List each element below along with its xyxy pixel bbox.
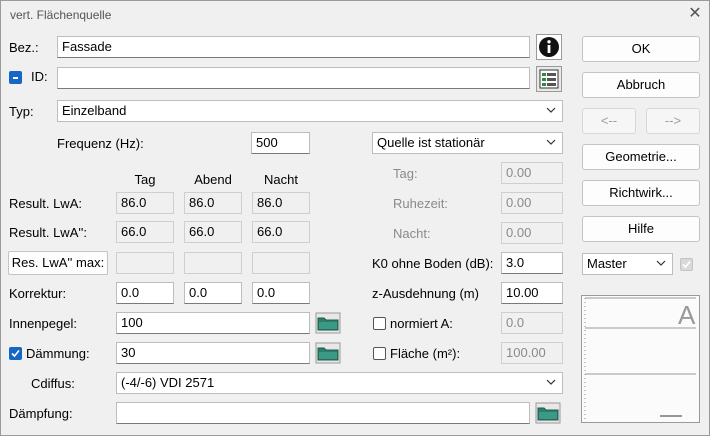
- daemmung-input[interactable]: 30: [116, 342, 310, 364]
- normiert-checkbox[interactable]: [373, 317, 386, 330]
- geometrie-button[interactable]: Geometrie...: [582, 144, 700, 170]
- cdiffus-select-value: (-4/-6) VDI 2571: [121, 375, 215, 390]
- tag-label: Tag:: [393, 166, 418, 181]
- res-lwa-max-button[interactable]: Res. LwA'' max:: [8, 251, 108, 275]
- normiert-label: normiert A:: [390, 316, 453, 331]
- daemmung-checkbox[interactable]: [9, 347, 22, 360]
- quelle-select-value: Quelle ist stationär: [377, 135, 485, 150]
- facade-preview: A: [581, 295, 700, 423]
- daemmung-folder-icon[interactable]: [315, 341, 341, 365]
- daemmung-label: Dämmung:: [26, 346, 90, 361]
- id-input[interactable]: [57, 67, 530, 89]
- ok-button[interactable]: OK: [582, 36, 700, 62]
- master-select[interactable]: Master: [582, 253, 673, 275]
- bez-label: Bez.:: [9, 40, 39, 55]
- normiert-value: 0.0: [501, 312, 563, 334]
- col-nacht-header: Nacht: [264, 172, 298, 187]
- k0-label: K0 ohne Boden (dB):: [372, 256, 494, 271]
- innenpegel-input[interactable]: 100: [116, 312, 310, 334]
- ruhezeit-label: Ruhezeit:: [393, 196, 448, 211]
- ruhezeit-value: 0.00: [501, 192, 563, 214]
- korrektur-label: Korrektur:: [9, 286, 67, 301]
- prev-button[interactable]: <--: [582, 108, 636, 134]
- z-ausdehnung-input[interactable]: 10.00: [501, 282, 563, 304]
- window-title: vert. Flächenquelle: [10, 8, 112, 22]
- lwa2-tag-value: 66.0: [116, 221, 174, 243]
- freq-input[interactable]: 500: [251, 132, 310, 154]
- nacht-label: Nacht:: [393, 226, 431, 241]
- nacht-value: 0.00: [501, 222, 563, 244]
- daempfung-folder-icon[interactable]: [535, 401, 561, 425]
- flaeche-checkbox[interactable]: [373, 347, 386, 360]
- innenpegel-folder-icon[interactable]: [315, 311, 341, 335]
- korrektur-nacht-input[interactable]: 0.0: [252, 282, 310, 304]
- chevron-down-icon: [546, 139, 556, 145]
- quelle-select[interactable]: Quelle ist stationär: [372, 132, 563, 154]
- k0-input[interactable]: 3.0: [501, 252, 563, 274]
- flaeche-value: 100.00: [501, 342, 563, 364]
- typ-select-value: Einzelband: [62, 103, 127, 118]
- res-abend-value: [184, 252, 242, 274]
- flaeche-label: Fläche (m²):: [390, 346, 461, 361]
- col-tag-header: Tag: [134, 172, 156, 187]
- richtwirk-button[interactable]: Richtwirk...: [582, 180, 700, 206]
- master-select-value: Master: [587, 256, 627, 271]
- chevron-down-icon: [546, 107, 556, 113]
- typ-select[interactable]: Einzelband: [57, 100, 563, 122]
- preview-label: A: [678, 300, 696, 330]
- col-abend-header: Abend: [194, 172, 232, 187]
- lwa-nacht-value: 86.0: [252, 192, 310, 214]
- abbruch-button[interactable]: Abbruch: [582, 72, 700, 98]
- daempfung-label: Dämpfung:: [9, 406, 73, 421]
- daempfung-input[interactable]: [116, 402, 530, 424]
- id-label: ID:: [31, 69, 48, 84]
- lwa2-nacht-value: 66.0: [252, 221, 310, 243]
- lwa-tag-value: 86.0: [116, 192, 174, 214]
- korrektur-tag-input[interactable]: 0.0: [116, 282, 174, 304]
- tag-value: 0.00: [501, 162, 563, 184]
- chevron-down-icon: [546, 379, 556, 385]
- typ-label: Typ:: [9, 104, 34, 119]
- z-ausdehnung-label: z-Ausdehnung (m): [372, 286, 479, 301]
- bez-input[interactable]: Fassade: [57, 36, 530, 58]
- cdiffus-label: Cdiffus:: [31, 376, 75, 391]
- id-list-icon[interactable]: [536, 66, 562, 92]
- cdiffus-select[interactable]: (-4/-6) VDI 2571: [116, 372, 563, 394]
- lwa-label: Result. LwA:: [9, 196, 82, 211]
- res-tag-value: [116, 252, 174, 274]
- innenpegel-label: Innenpegel:: [9, 316, 77, 331]
- id-checkbox[interactable]: [9, 71, 22, 84]
- chevron-down-icon: [656, 260, 666, 266]
- info-icon[interactable]: [536, 34, 562, 60]
- close-icon[interactable]: ✕: [686, 5, 704, 23]
- master-checkbox[interactable]: [680, 258, 693, 271]
- lwa2-label: Result. LwA'':: [9, 225, 87, 240]
- next-button[interactable]: -->: [646, 108, 700, 134]
- lwa-abend-value: 86.0: [184, 192, 242, 214]
- korrektur-abend-input[interactable]: 0.0: [184, 282, 242, 304]
- res-nacht-value: [252, 252, 310, 274]
- freq-label: Frequenz (Hz):: [57, 136, 144, 151]
- hilfe-button[interactable]: Hilfe: [582, 216, 700, 242]
- lwa2-abend-value: 66.0: [184, 221, 242, 243]
